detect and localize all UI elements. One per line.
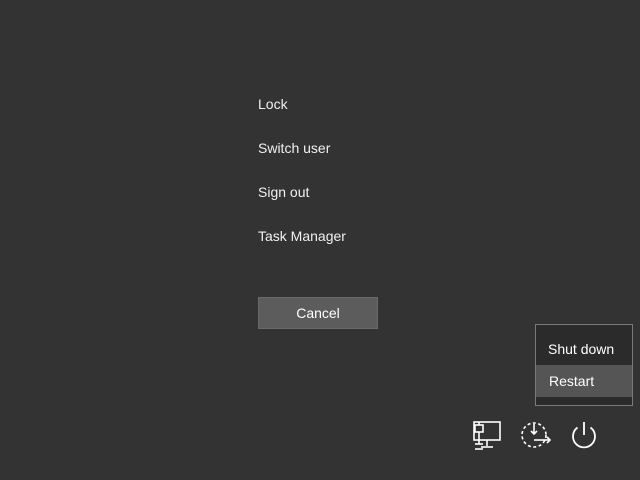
power-options-menu: Shut down Restart bbox=[535, 324, 633, 406]
switch-user-option[interactable]: Switch user bbox=[258, 139, 330, 157]
network-icon[interactable] bbox=[470, 418, 504, 452]
shut-down-menu-item[interactable]: Shut down bbox=[536, 333, 632, 365]
sign-out-option[interactable]: Sign out bbox=[258, 183, 309, 201]
power-icon[interactable] bbox=[567, 418, 601, 452]
lock-option[interactable]: Lock bbox=[258, 95, 288, 113]
restart-menu-item[interactable]: Restart bbox=[536, 365, 632, 397]
ctrl-alt-del-screen: Lock Switch user Sign out Task Manager C… bbox=[0, 0, 640, 480]
task-manager-option[interactable]: Task Manager bbox=[258, 227, 346, 245]
cancel-button[interactable]: Cancel bbox=[258, 297, 378, 329]
ease-of-access-icon[interactable] bbox=[518, 418, 552, 452]
